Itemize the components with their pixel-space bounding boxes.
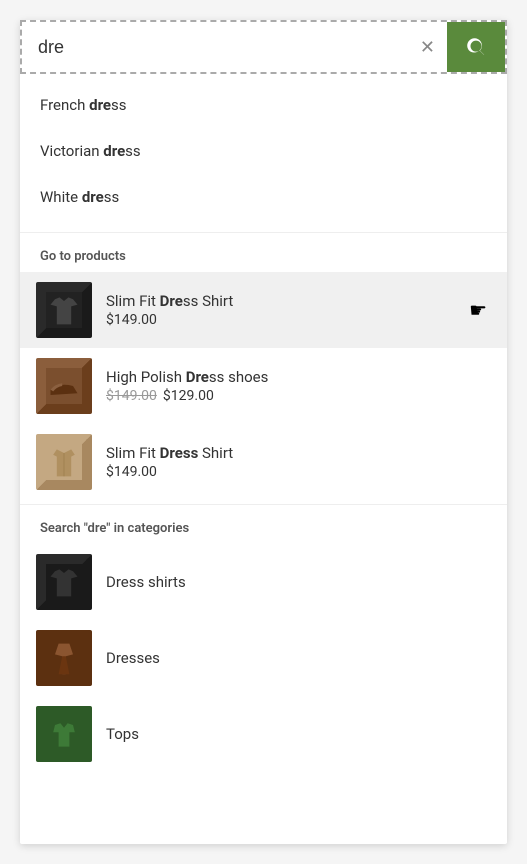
search-bar: ✕ <box>20 20 507 74</box>
product-info: High Polish Dress shoes $149.00$129.00 <box>106 368 491 404</box>
original-price: $149.00 <box>106 388 157 404</box>
product-item[interactable]: Slim Fit Dress Shirt $149.00 <box>20 424 507 500</box>
category-item[interactable]: Dresses <box>20 620 507 696</box>
product-name: Slim Fit Dress Shirt <box>106 292 469 310</box>
category-name: Tops <box>106 725 139 743</box>
product-price: $149.00 <box>106 312 469 328</box>
suggestion-item[interactable]: French dress <box>20 82 507 128</box>
clear-icon: ✕ <box>420 37 435 58</box>
search-container: ✕ French dress Victorian dress White dre… <box>20 20 507 844</box>
suggestions-list: French dress Victorian dress White dress <box>20 74 507 228</box>
product-item[interactable]: Slim Fit Dress Shirt $149.00 ☛ <box>20 272 507 348</box>
suggestion-item[interactable]: Victorian dress <box>20 128 507 174</box>
categories-section-label: Search "dre" in categories <box>20 509 507 544</box>
search-button[interactable] <box>447 22 505 72</box>
product-price: $149.00 <box>106 464 491 480</box>
product-image <box>36 358 92 414</box>
cursor-icon: ☛ <box>469 298 491 322</box>
category-item[interactable]: Tops <box>20 696 507 772</box>
category-image <box>36 554 92 610</box>
category-name: Dress shirts <box>106 573 186 591</box>
category-name: Dresses <box>106 649 160 667</box>
product-price: $149.00$129.00 <box>106 388 491 404</box>
divider <box>20 232 507 233</box>
category-item[interactable]: Dress shirts <box>20 544 507 620</box>
clear-button[interactable]: ✕ <box>408 27 447 68</box>
product-image <box>36 282 92 338</box>
product-name: High Polish Dress shoes <box>106 368 491 386</box>
product-image <box>36 434 92 490</box>
category-image <box>36 630 92 686</box>
divider <box>20 504 507 505</box>
product-info: Slim Fit Dress Shirt $149.00 <box>106 444 491 480</box>
product-info: Slim Fit Dress Shirt $149.00 <box>106 292 469 328</box>
product-item[interactable]: High Polish Dress shoes $149.00$129.00 <box>20 348 507 424</box>
category-image <box>36 706 92 762</box>
search-input[interactable] <box>22 23 408 72</box>
product-name: Slim Fit Dress Shirt <box>106 444 491 462</box>
search-icon <box>465 36 487 58</box>
suggestion-item[interactable]: White dress <box>20 174 507 220</box>
products-section-label: Go to products <box>20 237 507 272</box>
